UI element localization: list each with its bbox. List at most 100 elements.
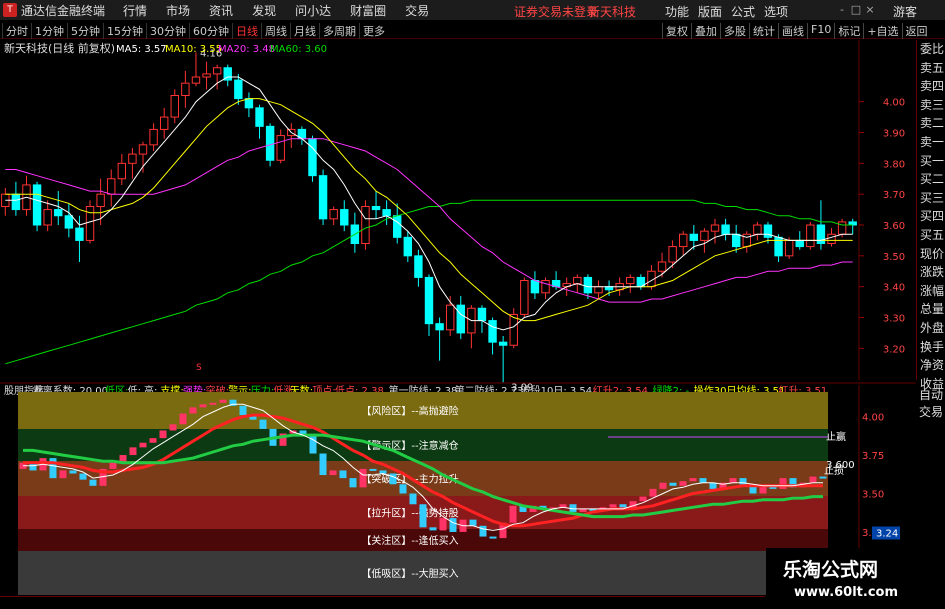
candle-body <box>276 135 285 161</box>
candle-body <box>668 246 677 263</box>
tool-5[interactable]: F10 <box>807 23 834 39</box>
order-book-label-2: 卖四 <box>920 79 945 94</box>
ma10-legend: MA10: 3.55 <box>165 44 222 55</box>
tool-4[interactable]: 画线 <box>778 23 807 39</box>
menu-item-0[interactable]: 行情 <box>123 2 147 19</box>
candle-body <box>11 193 21 211</box>
indicator-bar <box>129 447 137 456</box>
candle-body <box>520 280 529 315</box>
candle-body <box>827 233 836 244</box>
tab-5[interactable]: 60分钟 <box>189 23 232 39</box>
indicator-bar <box>729 478 737 483</box>
ma60-legend: MA60: 3.60 <box>270 44 327 55</box>
tab-1[interactable]: 1分钟 <box>31 23 67 39</box>
menu-item-5[interactable]: 财富圈 <box>350 2 386 19</box>
close-icon[interactable]: × <box>863 3 877 16</box>
indicator-bar <box>169 424 177 431</box>
tab-10[interactable]: 更多 <box>359 23 388 39</box>
menu-item-6[interactable]: 交易 <box>405 2 429 19</box>
auto-trade-panel: 自动 交易 <box>916 387 945 427</box>
candle-body <box>202 73 211 78</box>
signal-s-mark: S <box>196 363 202 373</box>
indicator-bar <box>399 484 407 494</box>
tool-8[interactable]: 返回 <box>901 23 931 39</box>
menu-item-3[interactable]: 发现 <box>252 2 276 19</box>
right-menu-item-2[interactable]: 公式 <box>731 3 755 20</box>
indicator-bar <box>339 470 347 479</box>
stop-profit-label: 止赢 <box>826 430 846 443</box>
tab-0[interactable]: 分时 <box>2 23 31 39</box>
candle-body <box>498 341 508 346</box>
candle-body <box>340 209 349 226</box>
menu-item-2[interactable]: 资讯 <box>209 2 233 19</box>
candle-body <box>393 215 402 238</box>
right-menu-item-1[interactable]: 版面 <box>698 3 722 20</box>
candle-body <box>414 255 423 278</box>
indicator-bar <box>449 518 457 532</box>
indicator-bar <box>609 504 617 508</box>
order-book-label-15: 外盘 <box>920 320 945 335</box>
candle-body <box>710 224 720 232</box>
candle-body <box>382 209 391 217</box>
tab-4[interactable]: 30分钟 <box>146 23 189 39</box>
candle-body <box>212 67 222 75</box>
menu-item-4[interactable]: 问小达 <box>295 2 331 19</box>
main-axis-label-4: 3.60 <box>883 221 905 232</box>
candle-body <box>138 144 148 155</box>
order-book-panel: 委比 卖五 卖四 卖三 卖二 卖一 买一 买二 买三 买四 买五 现价 涨跌 涨幅 总量 外盘 换手 净资 收益 <box>916 40 945 391</box>
candle-body <box>456 304 465 334</box>
maximize-icon[interactable]: □ <box>849 3 863 16</box>
candle-body <box>806 224 815 248</box>
tool-2[interactable]: 多股 <box>720 23 749 39</box>
tab-6[interactable]: 日线 <box>232 23 261 39</box>
tab-9[interactable]: 多周期 <box>319 23 359 39</box>
login-warning[interactable]: 证券交易未登录 <box>514 3 598 20</box>
candle-body <box>445 304 455 331</box>
indicator-axis-label-2: 3.50 <box>862 490 884 501</box>
order-book-label-14: 总量 <box>920 302 945 317</box>
candle-body <box>107 178 116 195</box>
order-book-label-4: 卖二 <box>920 116 945 131</box>
indicator-bar <box>659 482 667 489</box>
main-chart-area[interactable]: 4.003.903.803.703.603.503.403.303.204.16… <box>0 40 916 393</box>
menu-item-1[interactable]: 市场 <box>166 2 190 19</box>
order-book-label-12: 涨跌 <box>920 265 945 280</box>
candle-body <box>583 276 593 294</box>
indicator-bar <box>649 488 657 497</box>
candle-body <box>234 79 243 100</box>
watermark-name: 乐淘公式网 <box>783 559 879 581</box>
candle-body <box>573 276 582 285</box>
tool-7[interactable]: +自选 <box>863 23 901 39</box>
candle-body <box>424 276 434 325</box>
candle-body <box>181 82 190 97</box>
indicator-bar <box>209 402 217 405</box>
kline-chart[interactable]: 4.003.903.803.703.603.503.403.303.204.16… <box>0 40 916 596</box>
tool-6[interactable]: 标记 <box>834 23 863 39</box>
tool-1[interactable]: 叠加 <box>691 23 720 39</box>
indicator-bar <box>419 504 427 528</box>
indicator-bar <box>439 518 447 531</box>
order-book-label-11: 现价 <box>920 246 945 261</box>
tab-8[interactable]: 月线 <box>290 23 319 39</box>
main-axis-label-3: 3.70 <box>883 190 905 201</box>
tool-0[interactable]: 复权 <box>662 23 691 39</box>
candle-body <box>318 175 328 220</box>
order-book-label-1: 卖五 <box>920 60 945 75</box>
guest-login-button[interactable]: 游客 <box>893 3 917 20</box>
auto-trade-label-1[interactable]: 交易 <box>916 404 945 421</box>
indicator-bar <box>389 473 397 485</box>
candle-body <box>626 276 635 285</box>
order-book-label-13: 涨幅 <box>920 283 945 298</box>
indicator-bar <box>359 468 367 488</box>
indicator-bar <box>79 473 87 480</box>
indicator-bar <box>809 476 817 483</box>
tool-3[interactable]: 统计 <box>749 23 778 39</box>
tab-7[interactable]: 周线 <box>261 23 290 39</box>
right-menu-item-0[interactable]: 功能 <box>665 3 689 20</box>
auto-trade-label-0[interactable]: 自动 <box>916 387 945 404</box>
right-menu-item-3[interactable]: 选项 <box>764 3 788 20</box>
minimize-icon[interactable]: - <box>835 3 849 16</box>
tab-3[interactable]: 15分钟 <box>103 23 146 39</box>
tab-2[interactable]: 5分钟 <box>67 23 103 39</box>
candle-body <box>530 280 540 294</box>
